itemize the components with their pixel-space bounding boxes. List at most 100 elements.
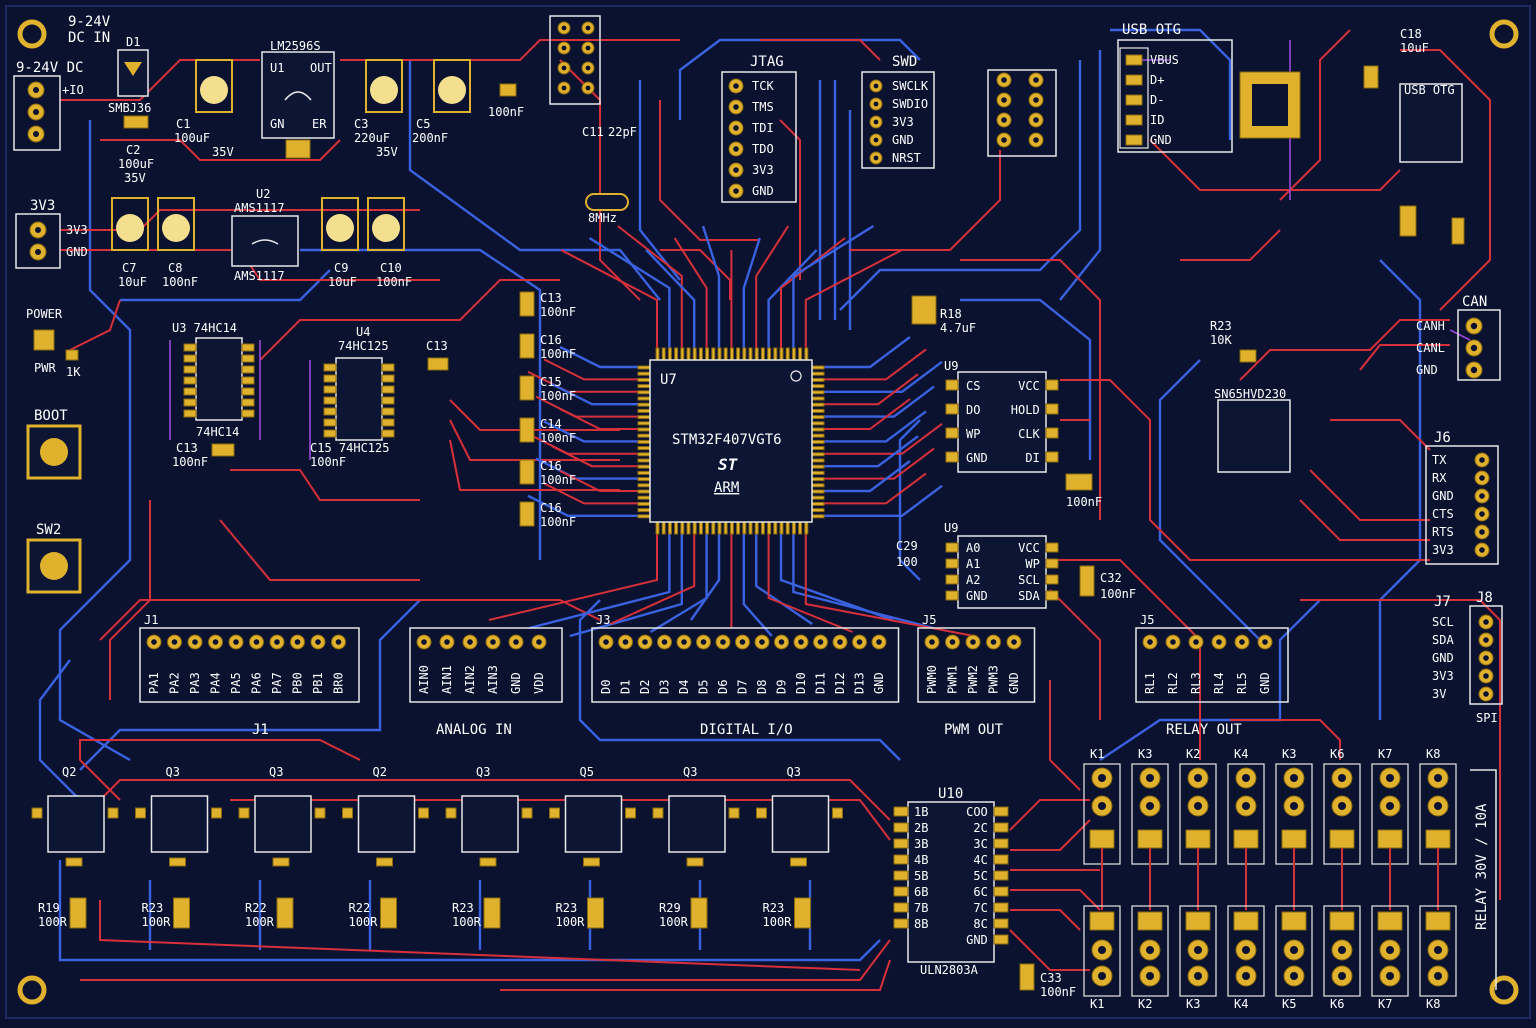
st-logo: ST [718, 455, 739, 474]
svg-text:100nF: 100nF [488, 105, 524, 119]
svg-text:100nF: 100nF [1066, 495, 1102, 509]
mcu-pin [798, 347, 803, 361]
tvs-label: SMBJ36 [108, 101, 151, 115]
driver-ref: Q3 [269, 765, 283, 779]
mcu-pin [760, 347, 765, 361]
driver-pad [521, 807, 533, 819]
i2c-pin-label: 3V3 [1432, 669, 1454, 683]
relay-pad-hole [1338, 946, 1346, 954]
mcu-pin [791, 521, 796, 535]
svg-text:100: 100 [896, 555, 918, 569]
mcu-pin [637, 508, 651, 513]
relay-pad-square [1377, 911, 1403, 931]
relay-pad-hole [1338, 802, 1346, 810]
boot-header-pad-hole [561, 45, 567, 51]
driver-transistor [564, 795, 623, 853]
mcu-pin [811, 371, 825, 376]
mcu-pin [811, 427, 825, 432]
mcu-pin [637, 458, 651, 463]
header-digital-pin-label: D11 [814, 672, 828, 694]
debug-block-pad-hole [1001, 117, 1007, 123]
ic-pad [183, 354, 197, 363]
mcu-pin [637, 470, 651, 475]
mcu-pin [798, 521, 803, 535]
header-pwm-pad-hole [970, 639, 976, 645]
mcu-pin [767, 347, 772, 361]
header-digital-pad-hole [876, 639, 882, 645]
svg-text:ULN2803A: ULN2803A [920, 963, 979, 977]
svg-text:C18: C18 [1400, 27, 1422, 41]
mcu-pin [637, 483, 651, 488]
mcu-ref: U7 [660, 372, 677, 388]
svg-text:100uF: 100uF [174, 131, 210, 145]
cap-body [326, 214, 354, 242]
jtag-pad-hole [733, 125, 739, 131]
driver-res-ref: R22 [245, 901, 267, 915]
boot-header-pad-hole [561, 65, 567, 71]
jtag-pin-label: 3V3 [752, 163, 774, 177]
header-pwm-pin-label: PWM3 [987, 665, 1001, 694]
relay-pad-hole [1242, 774, 1250, 782]
mcu-cap-val: 100nF [540, 305, 576, 319]
svg-text:C8: C8 [168, 261, 182, 275]
mcu-pin [637, 439, 651, 444]
mcu-pin [811, 508, 825, 513]
relay-pad-square [1137, 829, 1163, 849]
jtag-pin-label: TDI [752, 121, 774, 135]
mcu-pin [811, 384, 825, 389]
mcu-pin [785, 521, 790, 535]
svg-text:10uF: 10uF [328, 275, 357, 289]
uln-pad [893, 870, 909, 881]
jtag-pin-label: TCK [752, 79, 774, 93]
relay-pad-square [1377, 829, 1403, 849]
mcu-pin [723, 347, 728, 361]
swd-title: SWD [892, 54, 917, 70]
header-analog-pad-hole [444, 639, 450, 645]
header-relay-out-pad-hole [1216, 639, 1222, 645]
header-j1-pad-hole [315, 639, 321, 645]
eeprom-pin-label: A0 [966, 541, 980, 555]
relay-pad-square [1281, 829, 1307, 849]
mcu-pin [637, 365, 651, 370]
driver-transistor [150, 795, 209, 853]
svg-text:100nF: 100nF [1040, 985, 1076, 999]
v33-label: 3V3 [30, 198, 55, 214]
header-pwm-pin-label: PWM0 [925, 665, 939, 694]
driver-transistor [668, 795, 726, 853]
header-digital-pad-hole [798, 639, 804, 645]
flash-pin-label: WP [966, 427, 980, 441]
header-j1-pin-label: PA3 [188, 672, 202, 694]
driver-ref: Q2 [373, 765, 387, 779]
uln-pin-label: 4B [914, 853, 928, 867]
svg-text:10uF: 10uF [1400, 41, 1429, 55]
driver-pad [832, 807, 843, 819]
header-j1-ref: J1 [144, 613, 158, 627]
relay-pad-hole [1434, 802, 1442, 810]
ic-pad [241, 376, 255, 385]
debug-block-pad-hole [1033, 77, 1039, 83]
flash-pin-label: CS [966, 379, 980, 393]
driver-transistor [771, 795, 830, 853]
eeprom-pad [945, 574, 959, 585]
uln-pad [893, 854, 909, 865]
driver-transistor [461, 795, 519, 853]
uln-pin-label: 4C [973, 853, 987, 867]
driver-pad [418, 807, 429, 819]
jtag-pin-label: GND [752, 184, 774, 198]
uln-pin-label: 7B [914, 901, 928, 915]
header-j1-pin-label: PA2 [168, 672, 182, 694]
uln-pin-label: 3B [914, 837, 928, 851]
swd-pin-label: NRST [892, 151, 921, 165]
driver-res-ref: R23 [142, 901, 164, 915]
driver-res-ref: R23 [763, 901, 785, 915]
driver-res-ref: R19 [38, 901, 60, 915]
svg-text:R18: R18 [940, 307, 962, 321]
driver-pad [135, 807, 146, 819]
relay-out-label: RELAY OUT [1166, 722, 1242, 738]
mcu-cap [519, 417, 535, 443]
header-relay-out-pad-hole [1239, 639, 1245, 645]
uln-pad [893, 806, 909, 817]
cap-body [438, 76, 466, 104]
svg-text:100nF: 100nF [1100, 587, 1136, 601]
ic-pad [323, 418, 337, 427]
